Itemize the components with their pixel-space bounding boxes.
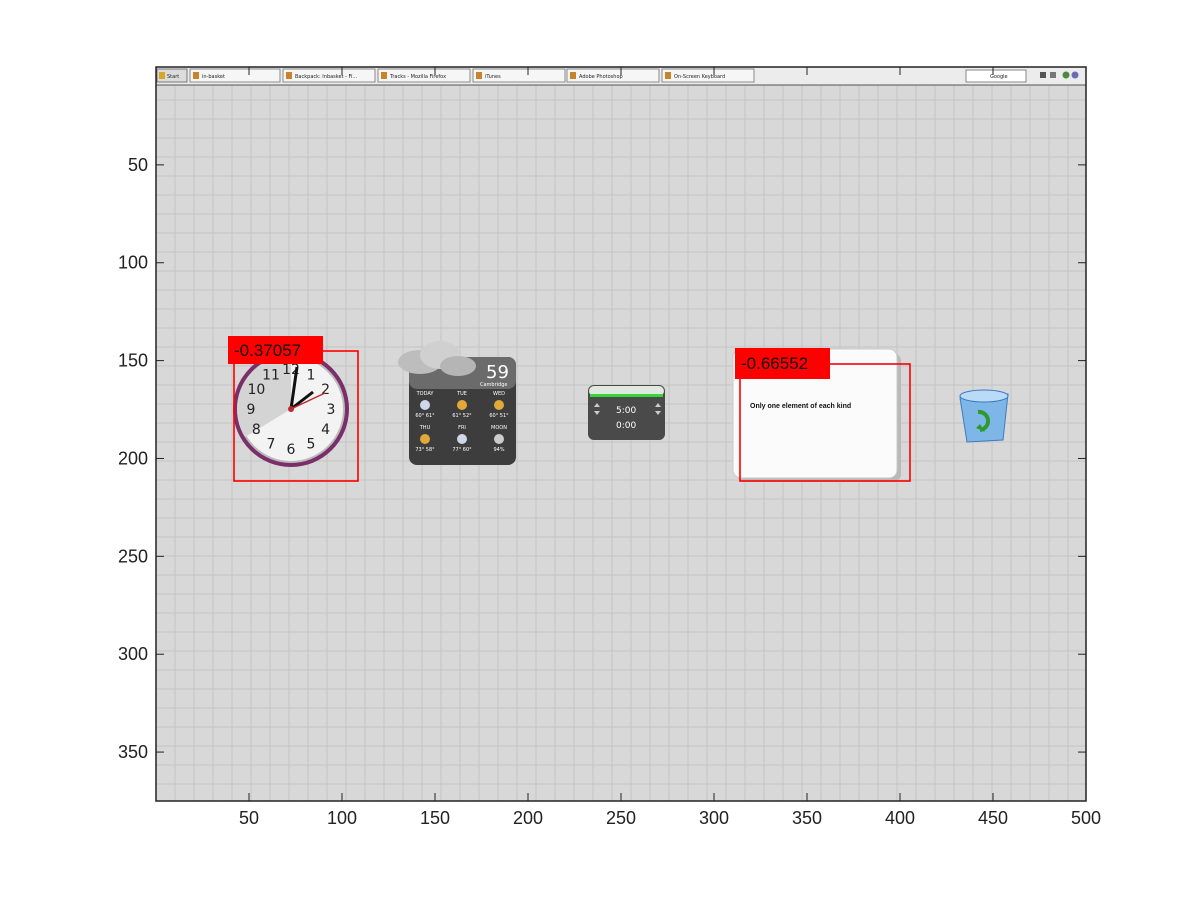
clock-number: 5: [307, 437, 316, 453]
x-tick-label: 350: [792, 808, 822, 828]
weather-day-label: MOON: [491, 425, 507, 431]
x-tick-label: 150: [420, 808, 450, 828]
clock-number: 7: [267, 437, 276, 453]
clock-number: 11: [262, 367, 280, 383]
start-label: Start: [167, 74, 179, 80]
weather-condition-icon: [494, 434, 504, 444]
x-tick-label: 300: [699, 808, 729, 828]
weather-day-label: TODAY: [416, 391, 435, 397]
clock-widget[interactable]: 12 1234567891011: [233, 351, 349, 467]
tray-icon[interactable]: [1071, 71, 1079, 79]
taskbar-item[interactable]: in-basket: [189, 68, 281, 83]
x-tick-label: 250: [606, 808, 636, 828]
timer-line2: 0:00: [616, 421, 636, 431]
timer-progress-bar: [590, 394, 663, 397]
y-tick-label: 350: [118, 742, 148, 762]
taskbar-item-label: Backpack: Inbasket - Fi...: [295, 74, 358, 80]
clock-number: 4: [321, 422, 330, 438]
sticky-note-text: Only one element of each kind: [750, 403, 851, 410]
taskbar-item-label: in-basket: [202, 74, 225, 80]
detection-score-label: -0.37057: [234, 341, 301, 360]
weather-day-label: WED: [493, 391, 505, 397]
y-tick-label: 150: [118, 351, 148, 371]
x-tick-label: 100: [327, 808, 357, 828]
clock-number: 10: [247, 382, 265, 398]
weather-temp-label: 73° 58°: [415, 447, 435, 453]
firefox-icon: [286, 72, 292, 79]
start-button[interactable]: Start: [156, 68, 188, 83]
timer-line1: 5:00: [616, 406, 636, 416]
x-tick-label: 50: [239, 808, 259, 828]
clock-number: 9: [247, 402, 256, 418]
minimize-icon[interactable]: [1040, 72, 1046, 78]
x-tick-label: 200: [513, 808, 543, 828]
taskbar-item[interactable]: Backpack: Inbasket - Fi...: [282, 68, 376, 83]
timer-widget[interactable]: 5:00 0:00: [588, 385, 665, 440]
x-tick-label: 450: [978, 808, 1008, 828]
recycle-bin-icon[interactable]: [959, 389, 1009, 443]
taskbar-item-label: iTunes: [485, 74, 501, 80]
taskbar-item[interactable]: iTunes: [472, 68, 566, 83]
taskbar-item-label: On-Screen Keyboard: [674, 74, 725, 80]
weather-day-label: TUE: [456, 391, 467, 397]
weather-day-label: THU: [419, 425, 431, 431]
keyboard-icon: [665, 72, 671, 79]
annotated-screenshot-figure: Start in-basket Backpack: Inbasket - Fi..…: [118, 66, 1101, 828]
weather-temp-label: 60° 51°: [489, 413, 509, 419]
weather-condition-icon: [420, 434, 430, 444]
weather-condition-icon: [420, 400, 430, 410]
weather-condition-icon: [457, 400, 467, 410]
close-icon[interactable]: [1050, 72, 1056, 78]
clock-number: 2: [321, 382, 330, 398]
y-tick-label: 200: [118, 448, 148, 468]
weather-condition-icon: [494, 400, 504, 410]
weather-temp-label: 77° 60°: [452, 447, 472, 453]
taskbar-item[interactable]: On-Screen Keyboard: [661, 68, 755, 83]
firefox-icon: [381, 72, 387, 79]
y-tick-label: 300: [118, 644, 148, 664]
x-tick-label: 400: [885, 808, 915, 828]
itunes-icon: [476, 72, 482, 79]
y-tick-label: 50: [128, 155, 148, 175]
clock-number: 6: [287, 442, 296, 458]
y-tick-label: 100: [118, 253, 148, 273]
photoshop-icon: [570, 72, 576, 79]
taskbar-item[interactable]: Adobe Photoshop: [566, 68, 660, 83]
folder-icon: [193, 72, 199, 79]
weather-temperature: 59: [486, 362, 509, 383]
weather-temp-label: 60° 61°: [415, 413, 435, 419]
detection-score-label: -0.66552: [741, 354, 808, 373]
weather-widget[interactable]: 59 Cambridge TODAY 60° 61° TUE 61° 52° WED 60…: [398, 341, 516, 465]
clock-number: 8: [252, 422, 261, 438]
search-box[interactable]: Google: [965, 69, 1027, 83]
taskbar-item-label: Adobe Photoshop: [579, 74, 623, 80]
taskbar-item-label: Tracks - Mozilla Firefox: [389, 74, 446, 80]
weather-condition-icon: [457, 434, 467, 444]
clock-number: 3: [327, 402, 336, 418]
clock-number: 1: [307, 367, 316, 383]
weather-city: Cambridge: [480, 382, 507, 388]
tray-icon[interactable]: [1062, 71, 1070, 79]
windows-logo-icon: [159, 72, 165, 79]
weather-day-label: FRI: [458, 425, 466, 431]
y-tick-label: 250: [118, 546, 148, 566]
taskbar-item[interactable]: Tracks - Mozilla Firefox: [377, 68, 471, 83]
weather-temp-label: 94%: [493, 447, 504, 453]
x-tick-label: 500: [1071, 808, 1101, 828]
weather-temp-label: 61° 52°: [452, 413, 472, 419]
